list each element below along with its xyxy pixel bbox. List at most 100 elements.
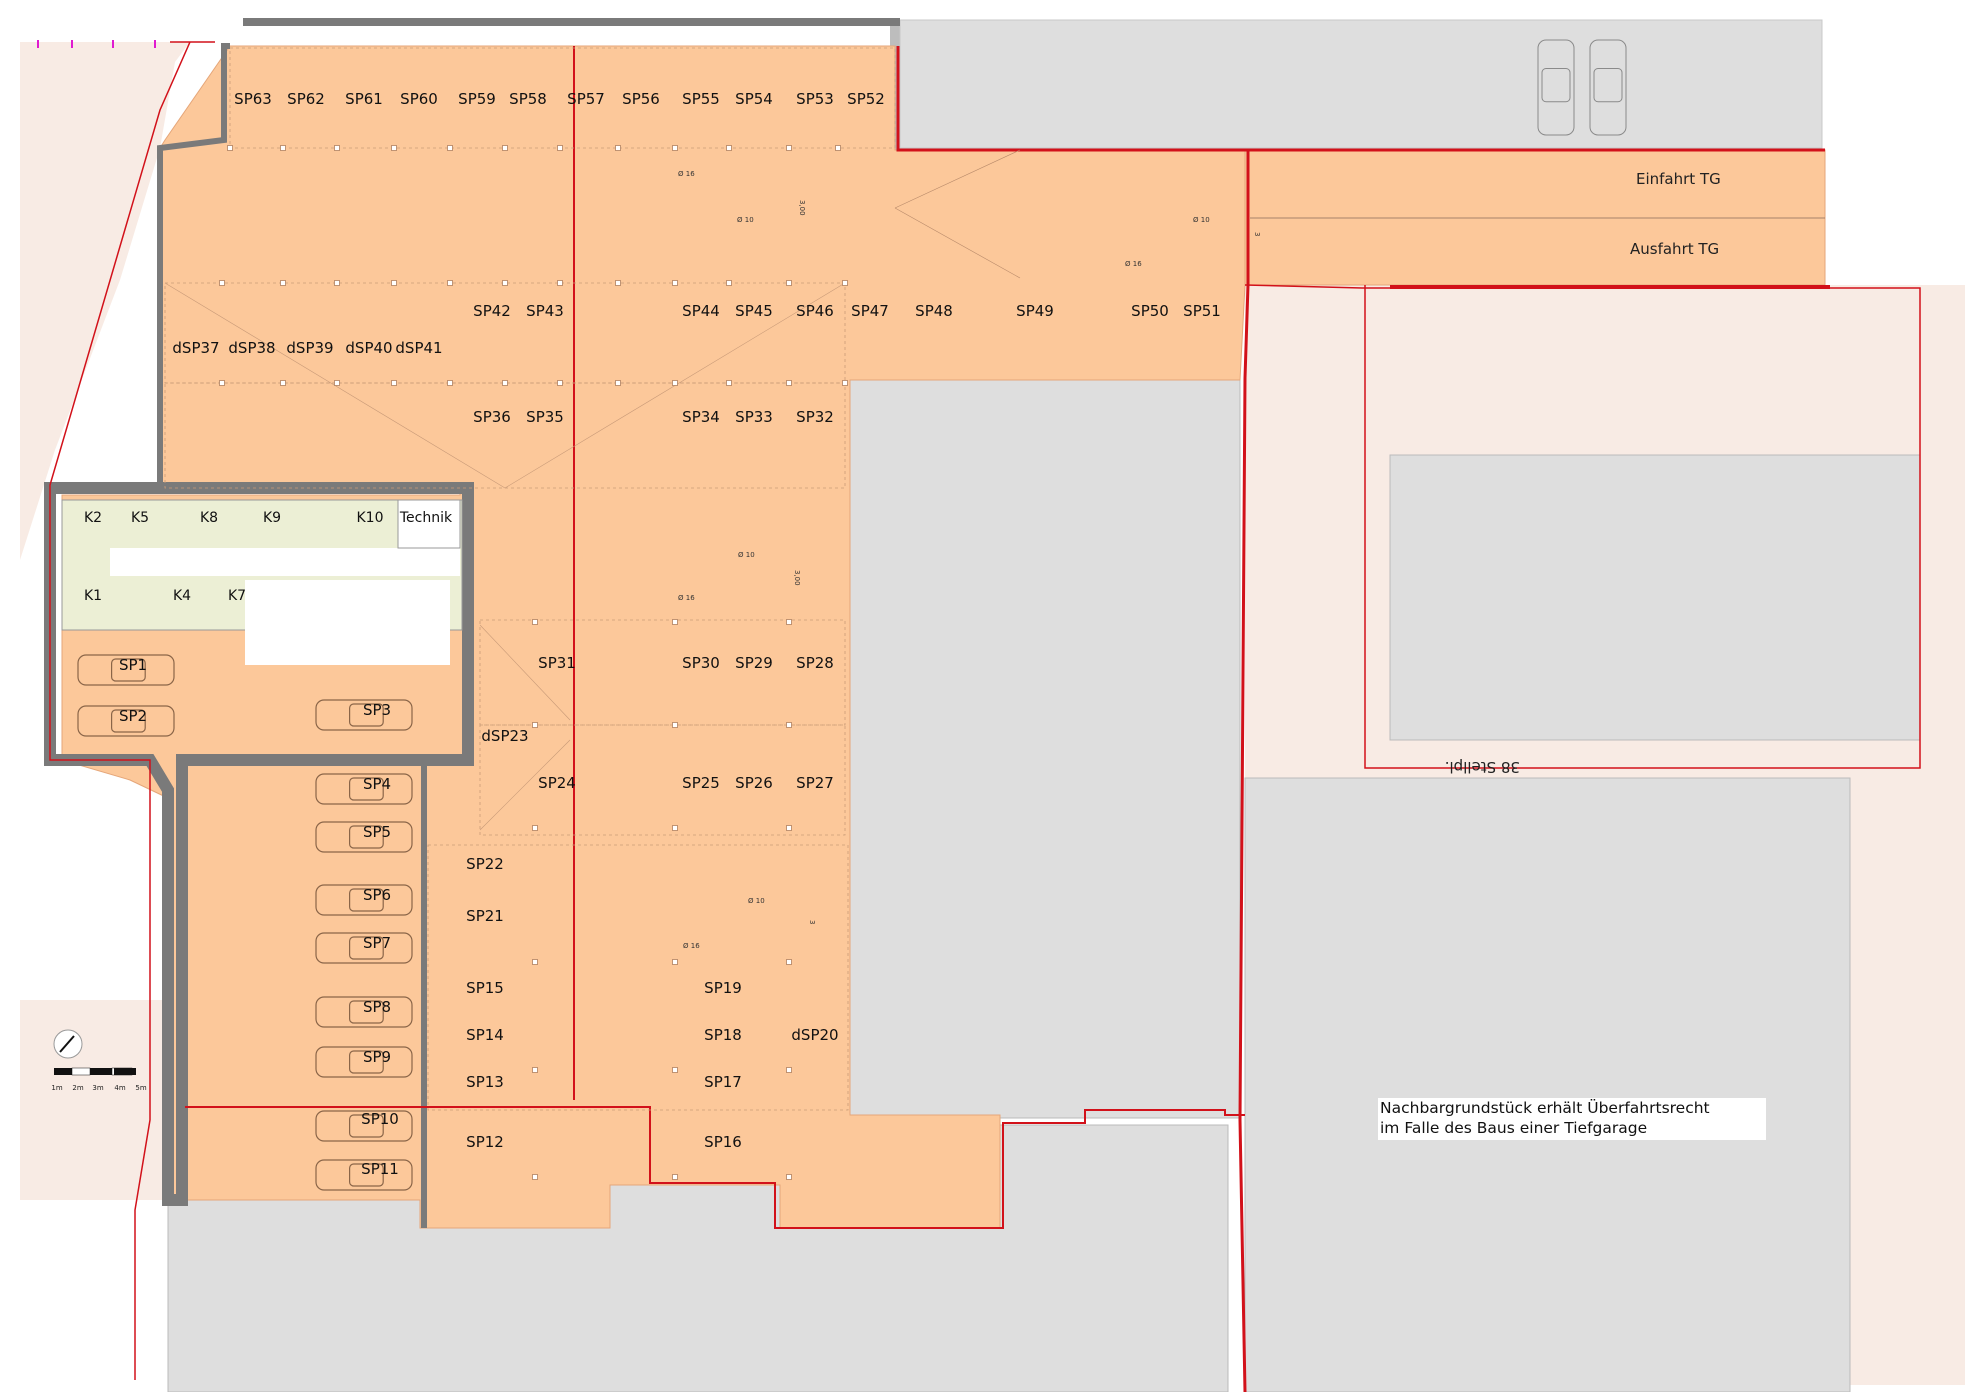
parking-space-label-sp63: SP63 <box>234 90 272 108</box>
parking-space-label-sp62: SP62 <box>287 90 325 108</box>
parking-space-label-sp61: SP61 <box>345 90 383 108</box>
parking-space-label-sp35: SP35 <box>526 408 564 426</box>
scale-tick-label: 1m <box>51 1084 62 1092</box>
parking-space-label-sp32: SP32 <box>796 408 834 426</box>
parking-space-label-sp5: SP5 <box>363 823 391 841</box>
parking-space-label-sp3: SP3 <box>363 701 391 719</box>
column-marker <box>391 380 397 386</box>
stair-corridor <box>110 548 460 576</box>
ramp-area <box>1244 149 1826 286</box>
dimension-label: 3,00 <box>793 570 801 586</box>
neighbor-right-note: Nachbargrundstück erhält Überfahrtsrecht… <box>1378 1098 1766 1140</box>
ramp-entry-label: Einfahrt TG <box>1636 170 1721 188</box>
parking-space-label-sp57: SP57 <box>567 90 605 108</box>
cellar-room-label-k10: K10 <box>357 510 384 526</box>
column-marker <box>786 145 792 151</box>
parking-space-label-sp9: SP9 <box>363 1048 391 1066</box>
dimension-label: Ø 16 <box>678 594 695 602</box>
note-line-2: im Falle des Baus einer Tiefgarage <box>1380 1119 1648 1137</box>
column-marker <box>786 959 792 965</box>
parking-space-label-sp2: SP2 <box>119 707 147 725</box>
column-marker <box>726 380 732 386</box>
column-marker <box>672 722 678 728</box>
dimension-label: Ø 16 <box>683 942 700 950</box>
parking-space-label-sp1: SP1 <box>119 656 147 674</box>
column-marker <box>447 280 453 286</box>
parking-space-label-sp46: SP46 <box>796 302 834 320</box>
parking-space-label-sp59: SP59 <box>458 90 496 108</box>
parking-space-label-sp12: SP12 <box>466 1133 504 1151</box>
cellar-room-label-k5: K5 <box>131 510 149 526</box>
parking-space-label-sp33: SP33 <box>735 408 773 426</box>
parking-space-label-sp51: SP51 <box>1183 302 1221 320</box>
column-marker <box>672 1174 678 1180</box>
parking-space-label-sp56: SP56 <box>622 90 660 108</box>
column-marker <box>334 380 340 386</box>
column-marker <box>786 1067 792 1073</box>
parking-space-label-sp58: SP58 <box>509 90 547 108</box>
column-marker <box>842 280 848 286</box>
column-marker <box>391 145 397 151</box>
scale-tick-label: 4m <box>114 1084 125 1092</box>
column-marker <box>726 280 732 286</box>
column-marker <box>672 825 678 831</box>
parking-space-label-sp11: SP11 <box>361 1160 399 1178</box>
note-line-1: Nachbargrundstück erhält Überfahrtsrecht <box>1380 1099 1710 1117</box>
column-marker <box>532 1174 538 1180</box>
dimension-label: Ø 16 <box>678 170 695 178</box>
scale-tick-label: 3m <box>92 1084 103 1092</box>
parking-space-label-sp29: SP29 <box>735 654 773 672</box>
parking-space-label-sp17: SP17 <box>704 1073 742 1091</box>
parking-space-label-sp55: SP55 <box>682 90 720 108</box>
column-marker <box>280 380 286 386</box>
plot-area-left-strip <box>20 1000 170 1200</box>
column-marker <box>219 280 225 286</box>
column-marker <box>557 280 563 286</box>
neighbor-building-right <box>1244 777 1851 1392</box>
parking-space-label-sp16: SP16 <box>704 1133 742 1151</box>
column-marker <box>672 280 678 286</box>
column-marker <box>532 619 538 625</box>
neighbor-building-center <box>849 377 1241 1119</box>
parking-space-label-dsp38: dSP38 <box>228 339 275 357</box>
column-marker <box>557 380 563 386</box>
column-marker <box>615 380 621 386</box>
column-marker <box>786 380 792 386</box>
column-marker <box>672 145 678 151</box>
parking-space-label-dsp39: dSP39 <box>286 339 333 357</box>
parking-space-label-sp49: SP49 <box>1016 302 1054 320</box>
neighbor-top-right <box>899 19 1823 149</box>
column-marker <box>532 1067 538 1073</box>
parking-space-label-sp28: SP28 <box>796 654 834 672</box>
column-marker <box>227 145 233 151</box>
column-marker <box>391 280 397 286</box>
cellar-room-label-k4: K4 <box>173 588 191 604</box>
column-marker <box>786 825 792 831</box>
dimension-label: 3 <box>1253 232 1261 236</box>
column-marker <box>672 959 678 965</box>
column-marker <box>615 145 621 151</box>
column-marker <box>557 145 563 151</box>
dimension-label: Ø 16 <box>1125 260 1142 268</box>
parking-space-label-sp15: SP15 <box>466 979 504 997</box>
scale-tick-label: 2m <box>72 1084 83 1092</box>
parking-space-label-dsp37: dSP37 <box>172 339 219 357</box>
parking-space-label-dsp41: dSP41 <box>395 339 442 357</box>
parking-space-label-sp13: SP13 <box>466 1073 504 1091</box>
parking-space-label-sp7: SP7 <box>363 934 391 952</box>
parking-space-label-sp34: SP34 <box>682 408 720 426</box>
neighbor-parking-count: 38 Stellpl. <box>1445 758 1520 776</box>
column-marker <box>280 280 286 286</box>
parking-space-label-sp42: SP42 <box>473 302 511 320</box>
column-marker <box>615 280 621 286</box>
cellar-room-label-k2: K2 <box>84 510 102 526</box>
parking-space-label-sp14: SP14 <box>466 1026 504 1044</box>
dimension-label: Ø 10 <box>1193 216 1210 224</box>
parking-space-label-sp53: SP53 <box>796 90 834 108</box>
column-marker <box>672 1067 678 1073</box>
north-arrow-icon <box>53 1029 83 1059</box>
column-marker <box>786 280 792 286</box>
stair-area <box>245 580 450 665</box>
column-marker <box>672 619 678 625</box>
parking-space-label-dsp23: dSP23 <box>481 727 528 745</box>
